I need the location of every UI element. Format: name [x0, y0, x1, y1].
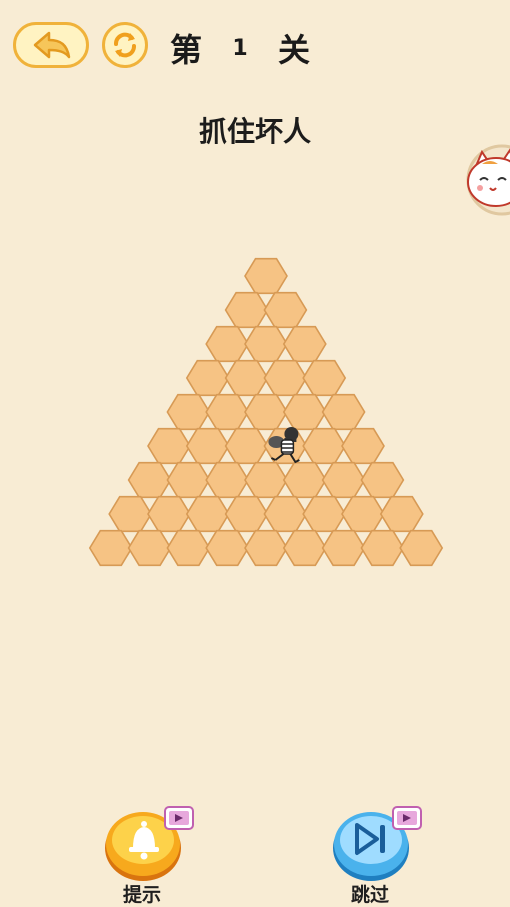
skip-button[interactable]: 跳过 [328, 806, 428, 906]
back-arrow-icon [33, 31, 71, 59]
hex-tile[interactable] [244, 393, 288, 431]
hex-tile[interactable] [205, 325, 250, 363]
hex-tile[interactable] [263, 359, 308, 397]
level-suffix: 关 [277, 31, 310, 69]
hex-tile[interactable] [88, 529, 133, 567]
hex-tile[interactable] [185, 495, 230, 533]
hex-tile[interactable] [166, 529, 211, 567]
hex-tile[interactable] [360, 461, 405, 499]
hex-tile[interactable] [185, 359, 230, 397]
hex-tile[interactable] [321, 529, 366, 567]
hex-tile[interactable] [147, 427, 191, 465]
hex-tile[interactable] [205, 461, 250, 499]
hex-tile[interactable] [166, 393, 211, 431]
hex-tile[interactable] [166, 461, 211, 499]
video-ad-icon [392, 806, 422, 830]
lucky-cat-icon[interactable] [462, 144, 510, 216]
hex-tile[interactable] [263, 291, 308, 329]
hex-tile[interactable] [244, 325, 288, 363]
hint-label: 提示 [122, 884, 161, 906]
skip-forward-icon [355, 823, 385, 855]
hex-tile[interactable] [321, 461, 366, 499]
hex-tile[interactable] [147, 495, 191, 533]
hex-tile[interactable] [360, 529, 405, 567]
hex-tile[interactable] [108, 495, 153, 533]
hex-tile[interactable] [205, 393, 250, 431]
hint-button[interactable]: 提示 [100, 806, 200, 906]
hex-tile[interactable] [282, 529, 327, 567]
hex-tile[interactable] [282, 325, 327, 363]
hex-tile[interactable] [302, 359, 347, 397]
hex-tile[interactable] [341, 427, 385, 465]
hex-tile[interactable] [263, 495, 308, 533]
back-button[interactable] [13, 22, 89, 68]
hex-tile[interactable] [282, 461, 327, 499]
hex-tile[interactable] [263, 427, 308, 465]
restart-button[interactable] [102, 22, 148, 68]
hex-tile[interactable] [379, 495, 424, 533]
hex-tile[interactable] [302, 495, 347, 533]
hex-tile[interactable] [244, 461, 288, 499]
hex-tile[interactable] [244, 529, 288, 567]
hex-tile[interactable] [224, 291, 269, 329]
hex-tile[interactable] [127, 529, 172, 567]
level-title: 第 1 关 [170, 26, 310, 70]
level-prefix: 第 [170, 31, 203, 69]
hex-tile[interactable] [127, 461, 172, 499]
hex-tile[interactable] [321, 393, 366, 431]
hex-tile[interactable] [341, 495, 385, 533]
hex-tile[interactable] [205, 529, 250, 567]
hex-tile[interactable] [224, 359, 269, 397]
skip-label: 跳过 [350, 884, 389, 906]
objective-text: 抓住坏人 [198, 115, 311, 148]
bell-icon [129, 821, 159, 860]
hex-tile[interactable] [282, 393, 327, 431]
hex-tile[interactable] [302, 427, 347, 465]
level-number: 1 [232, 35, 248, 61]
video-ad-icon [164, 806, 194, 830]
hex-tile[interactable] [185, 427, 230, 465]
hex-tile[interactable] [244, 257, 288, 295]
hex-tile[interactable] [224, 427, 269, 465]
hex-tile[interactable] [224, 495, 269, 533]
restart-icon [114, 32, 136, 58]
hex-tile[interactable] [399, 529, 444, 567]
